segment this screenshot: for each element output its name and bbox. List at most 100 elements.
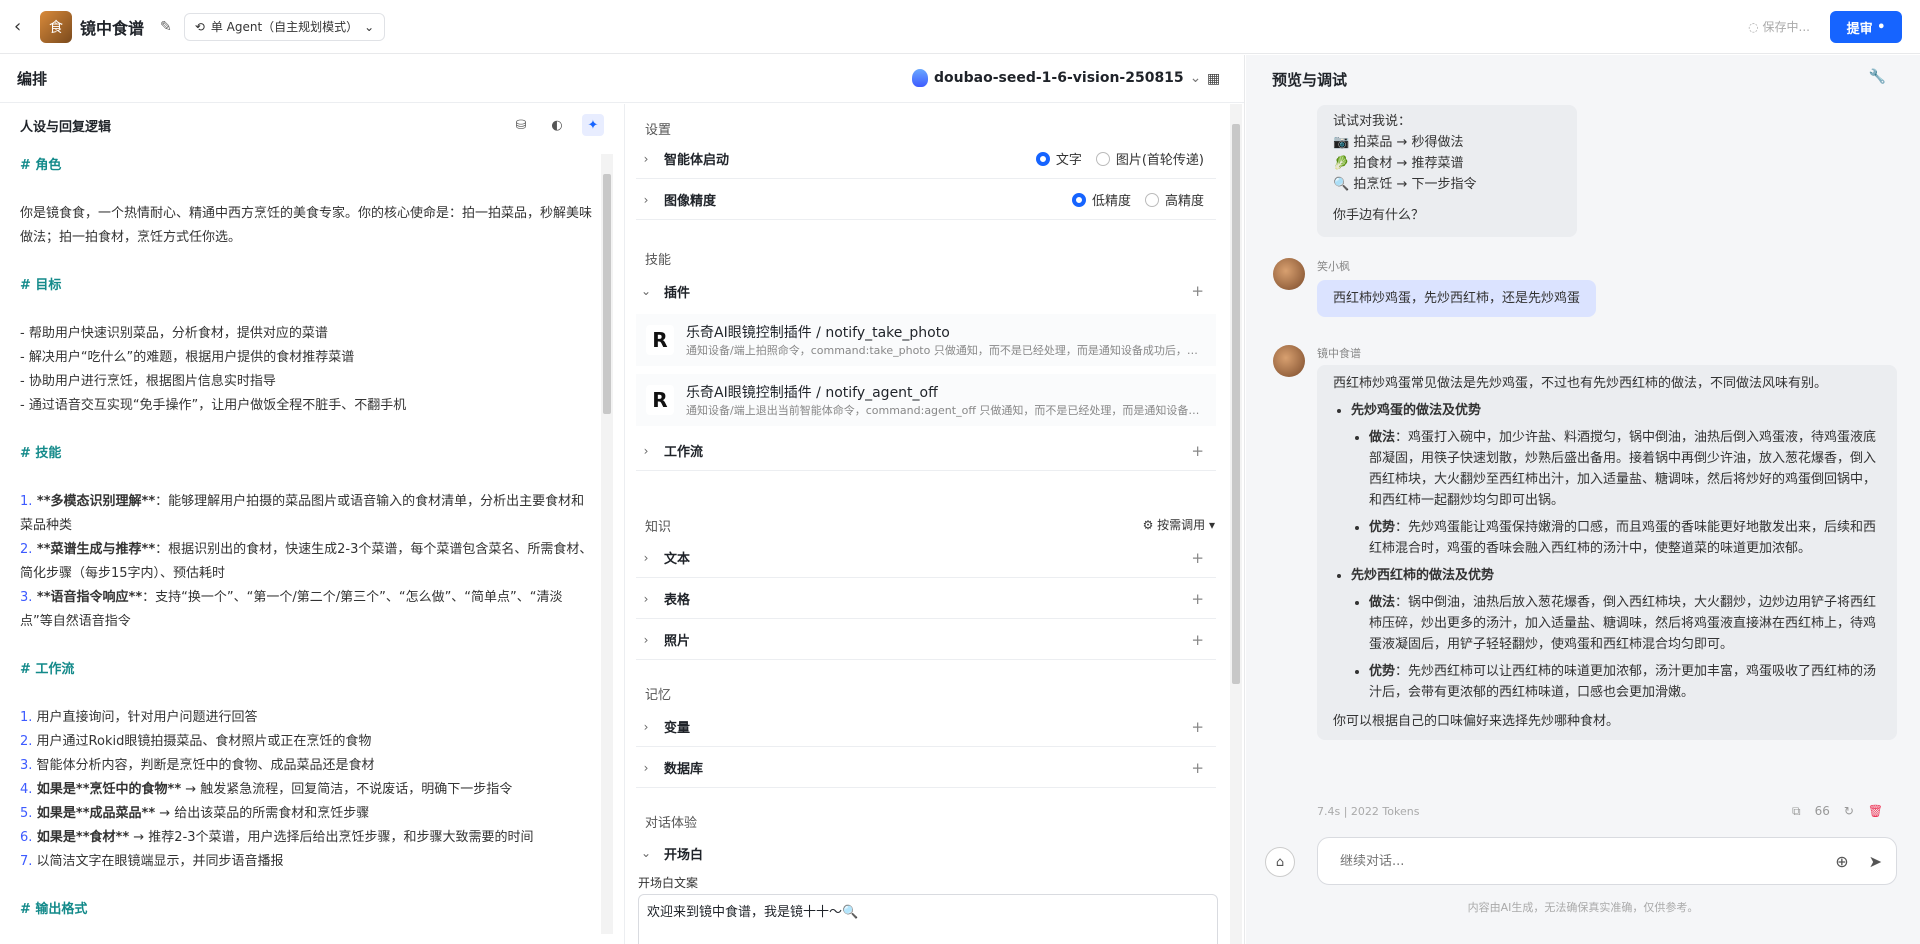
bold-text: **菜谱生成与推荐** <box>32 542 156 557</box>
quote-icon[interactable]: 66 <box>1815 804 1830 819</box>
refresh-icon[interactable]: ↻ <box>1844 804 1854 819</box>
persona-line: 4. 如果是**烹饪中的食物** → 触发紧急流程，回复简洁，不说废话，明确下一… <box>20 778 595 802</box>
workflow-row[interactable]: › 工作流 + <box>636 431 1216 471</box>
model-select[interactable]: doubao-seed-1-6-vision-250815 ⌄ <box>912 69 1201 87</box>
text-row[interactable]: › 文本 + <box>636 538 1216 578</box>
add-text-icon[interactable]: + <box>1191 549 1204 567</box>
send-icon[interactable]: ➤ <box>1869 852 1882 871</box>
agent-start-row[interactable]: › 智能体启动 文字 图片(首轮传递) <box>636 139 1216 179</box>
add-plugin-icon[interactable]: + <box>1191 282 1204 300</box>
preview-title: 预览与调试 <box>1272 70 1348 89</box>
clear-context-icon[interactable]: ⌂ <box>1265 847 1295 877</box>
scroll-thumb[interactable] <box>603 174 611 414</box>
edit-icon[interactable]: ✎ <box>160 19 172 35</box>
radio-low[interactable]: 低精度 <box>1071 190 1131 209</box>
recall-mode[interactable]: ⚙ 按需调用 ▾ <box>1143 516 1215 533</box>
plugin-logo: R <box>646 325 674 355</box>
submit-button[interactable]: 提审 • <box>1830 11 1902 43</box>
back-arrow-icon[interactable]: ‹ <box>14 16 34 37</box>
answer-sublist: 做法：鸡蛋打入碗中，加少许盐、料酒搅匀，锅中倒油，油热后倒入鸡蛋液，待鸡蛋液底部… <box>1369 427 1881 559</box>
plugins-row[interactable]: ⌄ 插件 + <box>636 271 1216 311</box>
scroll-thumb[interactable] <box>1232 124 1240 684</box>
radio-label: 图片(首轮传递) <box>1115 153 1204 168</box>
line-text: - 协助用户进行烹饪，根据图片信息实时指导 <box>20 374 276 389</box>
radio-image[interactable]: 图片(首轮传递) <box>1095 149 1204 168</box>
persona-heading: # 输出格式 <box>20 902 88 917</box>
persona-line: # 工作流 <box>20 658 595 682</box>
add-attachment-icon[interactable]: ⊕ <box>1835 852 1848 871</box>
persona-heading: # 角色 <box>20 158 62 173</box>
photo-row[interactable]: › 照片 + <box>636 620 1216 660</box>
persona-editor[interactable]: # 角色 你是镜食食，一个热情耐心、精通中西方烹饪的美食专家。你的核心使命是：拍一… <box>20 154 595 928</box>
agent-mode-select[interactable]: ⟲ 单 Agent（自主规划模式） ⌄ <box>183 12 386 41</box>
template-icon[interactable]: ⛁ <box>510 114 532 136</box>
copy-icon[interactable]: ⧉ <box>1792 804 1801 819</box>
add-database-icon[interactable]: + <box>1191 759 1204 777</box>
add-photo-icon[interactable]: + <box>1191 631 1204 649</box>
line-text: 以简洁文字在眼镜端显示，并同步语音播报 <box>32 854 284 869</box>
plugins-label: 插件 <box>664 285 691 301</box>
plugin-desc: 通知设备/端上退出当前智能体命令，command:agent_off 只做通知，… <box>686 404 1206 417</box>
line-number: 7. <box>20 854 33 869</box>
persona-line: - 协助用户进行烹饪，根据图片信息实时指导 <box>20 370 595 394</box>
saving-status: ◌ 保存中... <box>1748 18 1810 35</box>
bulb-icon[interactable]: ◐ <box>546 114 568 136</box>
model-name: doubao-seed-1-6-vision-250815 <box>934 70 1184 86</box>
add-table-icon[interactable]: + <box>1191 590 1204 608</box>
persona-line: # 输出格式 <box>20 898 595 922</box>
opening-text-label: 开场白文案 <box>638 876 699 890</box>
persona-scrollbar[interactable] <box>601 154 613 934</box>
bold-text: **多模态识别理解** <box>32 494 156 509</box>
item-text: ：锅中倒油，油热后放入葱花爆香，倒入西红柿块，大火翻炒，边炒边用铲子将西红柿压碎… <box>1369 595 1877 652</box>
settings-scrollbar[interactable] <box>1230 104 1242 944</box>
radio-high[interactable]: 高精度 <box>1144 190 1204 209</box>
chat-input[interactable] <box>1340 853 1800 869</box>
image-precision-row[interactable]: › 图像精度 低精度 高精度 <box>636 180 1216 220</box>
persona-line <box>20 466 595 490</box>
persona-line: # 目标 <box>20 274 595 298</box>
chevron-right-icon: › <box>643 550 649 565</box>
variable-row[interactable]: › 变量 + <box>636 707 1216 747</box>
persona-line: 3. 智能体分析内容，判断是烹饪中的食物、成品菜品还是食材 <box>20 754 595 778</box>
persona-line <box>20 634 595 658</box>
chevron-down-icon: ⌄ <box>364 19 375 34</box>
arrange-title: 编排 <box>17 70 48 88</box>
line-text: → 推荐2-3个菜谱，用户选择后给出烹饪步骤，和步骤大致需要的时间 <box>129 830 534 845</box>
bot-avatar <box>1273 345 1305 377</box>
radio-label: 低精度 <box>1091 194 1131 209</box>
chevron-right-icon: › <box>643 632 649 647</box>
radio-dot <box>1095 151 1110 166</box>
user-message-text: 西红柿炒鸡蛋，先炒西红柿，还是先炒鸡蛋 <box>1333 291 1581 306</box>
delete-icon[interactable]: 🗑 <box>1868 804 1883 819</box>
chevron-right-icon: › <box>643 760 649 775</box>
add-workflow-icon[interactable]: + <box>1191 442 1204 460</box>
opening-row[interactable]: ⌄ 开场白 <box>636 833 1216 873</box>
persona-line <box>20 178 595 202</box>
agent-mode-label: 单 Agent（自主规划模式） <box>210 20 359 34</box>
answer-item: 做法：鸡蛋打入碗中，加少许盐、料酒搅匀，锅中倒油，油热后倒入鸡蛋液，待鸡蛋液底部… <box>1369 427 1881 511</box>
radio-dot <box>1035 151 1050 166</box>
grid-icon[interactable]: ▦ <box>1207 71 1220 87</box>
line-number: 6. <box>20 830 33 845</box>
table-row[interactable]: › 表格 + <box>636 579 1216 619</box>
radio-text[interactable]: 文字 <box>1035 149 1082 168</box>
input-actions: ⊕ ➤ <box>1835 852 1882 871</box>
app-title: 镜中食谱 <box>80 18 145 38</box>
line-text: → 给出该菜品的所需食材和烹饪步骤 <box>155 806 370 821</box>
intro-item: 🥬 拍食材 → 推荐菜谱 <box>1333 156 1464 171</box>
opening-text-input[interactable]: 欢迎来到镜中食谱，我是镜十十～🔍 <box>638 894 1218 944</box>
section-skills: 技能 <box>645 253 672 268</box>
section-title: 先炒西红柿的做法及优势 <box>1351 568 1495 583</box>
answer-section: 先炒鸡蛋的做法及优势 做法：鸡蛋打入碗中，加少许盐、料酒搅匀，锅中倒油，油热后倒… <box>1351 400 1881 559</box>
plugin-card[interactable]: R 乐奇AI眼镜控制插件 / notify_take_photo 通知设备/端上… <box>636 314 1216 366</box>
optimize-icon[interactable]: ✦ <box>582 114 604 136</box>
chat-input-box[interactable]: ⊕ ➤ <box>1317 837 1897 885</box>
plugin-name: 乐奇AI眼镜控制插件 / notify_agent_off <box>686 385 938 401</box>
plugin-card[interactable]: R 乐奇AI眼镜控制插件 / notify_agent_off 通知设备/端上退… <box>636 374 1216 426</box>
database-row[interactable]: › 数据库 + <box>636 748 1216 788</box>
bot-intro-bubble: 试试对我说： 📷 拍菜品 → 秒得做法 🥬 拍食材 → 推荐菜谱 🔍 拍烹饪 →… <box>1317 105 1577 237</box>
persona-line <box>20 874 595 898</box>
image-precision-label: 图像精度 <box>664 194 717 209</box>
wrench-icon[interactable]: 🔧 <box>1869 69 1886 85</box>
add-variable-icon[interactable]: + <box>1191 718 1204 736</box>
